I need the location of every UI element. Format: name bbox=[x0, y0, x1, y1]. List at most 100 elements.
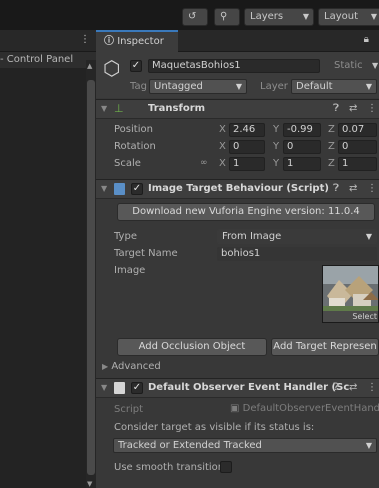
foldout-arrow-icon[interactable]: ▼ bbox=[101, 104, 107, 113]
chevron-down-icon: ▼ bbox=[302, 12, 309, 21]
layout-dropdown-label: Layout bbox=[324, 11, 358, 22]
axis-x-label: X bbox=[219, 124, 226, 135]
script-icon bbox=[114, 183, 125, 195]
axis-x-label: X bbox=[219, 158, 226, 169]
layer-dropdown[interactable]: Default ▼ bbox=[291, 79, 377, 94]
search-button[interactable]: ⚲ bbox=[214, 8, 240, 26]
inspector-panel: ⓘ Inspector 🔒︎ ⬡ ✓ MaquetasBohios1 Stati… bbox=[96, 30, 379, 488]
type-label: Type bbox=[114, 231, 137, 242]
chevron-down-icon: ▼ bbox=[365, 441, 372, 450]
layers-dropdown-label: Layers bbox=[250, 11, 284, 22]
image-target-header[interactable]: ▼ ✓ Image Target Behaviour (Script) ❓︎ ⇄… bbox=[96, 179, 379, 199]
script-label: Script bbox=[114, 404, 144, 415]
preset-icon[interactable]: ⇄ bbox=[349, 103, 357, 114]
link-icon[interactable]: ∞ bbox=[200, 158, 208, 168]
tag-dropdown[interactable]: Untagged ▼ bbox=[149, 79, 247, 94]
position-x-field[interactable]: 2.46 bbox=[229, 123, 265, 137]
tab-inspector-label: Inspector bbox=[117, 36, 164, 47]
axis-y-label: Y bbox=[273, 124, 280, 135]
scale-y-field[interactable]: 1 bbox=[283, 157, 321, 171]
axis-z-label: Z bbox=[328, 141, 335, 152]
scale-x-field[interactable]: 1 bbox=[229, 157, 265, 171]
rotation-y-field[interactable]: 0 bbox=[283, 140, 321, 154]
add-occlusion-object-button[interactable]: Add Occlusion Object bbox=[117, 338, 267, 356]
menu-dots-icon[interactable]: ⋮ bbox=[367, 103, 377, 114]
menu-dots-icon[interactable]: ⋮ bbox=[367, 183, 377, 194]
help-icon[interactable]: ❓︎ bbox=[333, 103, 339, 114]
image-label: Image bbox=[114, 265, 146, 276]
image-target-title: Image Target Behaviour (Script) bbox=[148, 183, 329, 194]
hierarchy-item-label: - Control Panel bbox=[0, 54, 74, 65]
layer-dropdown-value: Default bbox=[296, 81, 333, 92]
scroll-up-icon[interactable]: ▲ bbox=[87, 62, 92, 70]
tag-label: Tag bbox=[130, 81, 147, 92]
chevron-down-icon: ▼ bbox=[370, 12, 377, 21]
axis-z-label: Z bbox=[328, 158, 335, 169]
tracking-status-dropdown[interactable]: Tracked or Extended Tracked ▼ bbox=[113, 438, 377, 453]
menu-dots-icon[interactable]: ⋮ bbox=[80, 34, 90, 45]
layout-dropdown[interactable]: Layout ▼ bbox=[318, 8, 379, 26]
script-file-icon: ▣ bbox=[230, 403, 240, 414]
axis-y-label: Y bbox=[273, 141, 280, 152]
axis-x-label: X bbox=[219, 141, 226, 152]
add-target-representation-button[interactable]: Add Target Represen bbox=[271, 338, 379, 356]
rotation-z-field[interactable]: 0 bbox=[338, 140, 377, 154]
foldout-arrow-icon[interactable]: ▼ bbox=[101, 184, 107, 193]
object-header: ⬡ ✓ MaquetasBohios1 Static ▼ Tag Untagge… bbox=[96, 52, 379, 98]
hierarchy-scrollbar[interactable]: ▲ ▼ bbox=[86, 60, 96, 488]
script-icon bbox=[114, 382, 125, 394]
transform-header[interactable]: ▼ ⊥ Transform ❓︎ ⇄ ⋮ bbox=[96, 99, 379, 119]
advanced-foldout[interactable]: ▶ Advanced bbox=[102, 361, 161, 372]
hierarchy-panel: ⋮ - Control Panel bbox=[0, 30, 96, 488]
observer-handler-title: Default Observer Event Handler (Sc bbox=[148, 382, 350, 393]
scroll-down-icon[interactable]: ▼ bbox=[87, 480, 92, 488]
menu-dots-icon[interactable]: ⋮ bbox=[367, 382, 377, 393]
object-active-checkbox[interactable]: ✓ bbox=[130, 60, 142, 72]
chevron-down-icon[interactable]: ▼ bbox=[372, 61, 378, 70]
image-target-enabled-checkbox[interactable]: ✓ bbox=[131, 183, 143, 195]
hierarchy-header: ⋮ bbox=[0, 30, 96, 52]
type-dropdown-value: From Image bbox=[222, 231, 282, 242]
script-reference-field: ▣ DefaultObserverEventHand bbox=[230, 403, 379, 417]
transform-row-scale: Scale ∞ X 1 Y 1 Z 1 bbox=[96, 156, 379, 174]
history-button[interactable]: ↺ bbox=[182, 8, 208, 26]
preset-icon[interactable]: ⇄ bbox=[349, 382, 357, 393]
observer-handler-enabled-checkbox[interactable]: ✓ bbox=[131, 382, 143, 394]
advanced-label: Advanced bbox=[111, 361, 161, 372]
scale-label: Scale bbox=[114, 158, 141, 169]
select-button[interactable]: Select bbox=[323, 311, 378, 322]
smooth-transition-checkbox[interactable] bbox=[220, 461, 232, 473]
help-icon[interactable]: ❓︎ bbox=[333, 382, 339, 393]
position-z-field[interactable]: 0.07 bbox=[338, 123, 377, 137]
scrollbar-thumb[interactable] bbox=[87, 80, 95, 475]
target-name-field[interactable]: bohios1 bbox=[217, 247, 377, 261]
tab-inspector[interactable]: ⓘ Inspector bbox=[96, 30, 178, 52]
position-y-field[interactable]: -0.99 bbox=[283, 123, 321, 137]
help-icon[interactable]: ❓︎ bbox=[333, 183, 339, 194]
inspector-tab-strip: ⓘ Inspector 🔒︎ bbox=[96, 30, 379, 52]
observer-handler-header[interactable]: ▼ ✓ Default Observer Event Handler (Sc ❓… bbox=[96, 378, 379, 398]
download-vuforia-button[interactable]: Download new Vuforia Engine version: 11.… bbox=[117, 203, 375, 221]
type-dropdown[interactable]: From Image ▼ bbox=[217, 229, 377, 244]
axis-y-label: Y bbox=[273, 158, 280, 169]
hierarchy-item-control-panel[interactable]: - Control Panel bbox=[0, 52, 96, 68]
image-target-thumbnail[interactable]: Select bbox=[322, 265, 379, 323]
gameobject-cube-icon: ⬡ bbox=[103, 56, 121, 80]
script-reference-value: DefaultObserverEventHand bbox=[242, 403, 379, 414]
layers-dropdown[interactable]: Layers ▼ bbox=[244, 8, 314, 26]
rotation-x-field[interactable]: 0 bbox=[229, 140, 265, 154]
foldout-arrow-icon[interactable]: ▼ bbox=[101, 383, 107, 392]
chevron-down-icon: ▼ bbox=[235, 82, 242, 91]
position-label: Position bbox=[114, 124, 153, 135]
transform-icon: ⊥ bbox=[114, 102, 124, 115]
target-name-label: Target Name bbox=[114, 248, 178, 259]
static-label: Static bbox=[334, 60, 363, 71]
preset-icon[interactable]: ⇄ bbox=[349, 183, 357, 194]
chevron-down-icon: ▼ bbox=[365, 82, 372, 91]
layer-label: Layer bbox=[260, 81, 288, 92]
object-name-field[interactable]: MaquetasBohios1 bbox=[148, 59, 320, 73]
lock-icon[interactable]: 🔒︎ bbox=[364, 34, 369, 45]
tracking-status-value: Tracked or Extended Tracked bbox=[118, 440, 262, 451]
scale-z-field[interactable]: 1 bbox=[338, 157, 377, 171]
history-icon: ↺ bbox=[188, 11, 197, 22]
